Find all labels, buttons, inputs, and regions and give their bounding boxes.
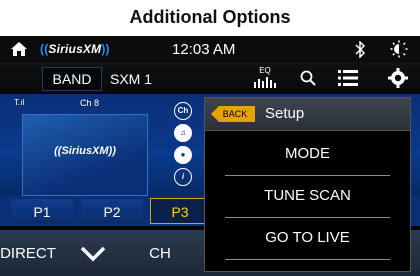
bluetooth-icon — [355, 41, 366, 58]
list-icon[interactable] — [338, 69, 358, 87]
album-logo-text: SiriusXM — [61, 145, 109, 157]
setup-menu-panel: BACK Setup MODE TUNE SCAN GO TO LIVE — [204, 97, 411, 272]
signal-strength-icon: T.ıl — [14, 98, 25, 107]
music-note-icon: ♫ — [174, 124, 192, 142]
menu-divider — [225, 259, 390, 260]
siriusxm-logo: ((SiriusXM)) — [40, 41, 110, 57]
home-icon[interactable] — [10, 40, 28, 58]
band-button[interactable]: BAND — [42, 67, 102, 91]
album-art-logo: ((SiriusXM)) — [54, 145, 116, 157]
preset-3-button[interactable]: P3 — [150, 198, 210, 224]
brightness-icon[interactable] — [390, 40, 408, 58]
album-art: ((SiriusXM)) — [22, 114, 148, 196]
station-name: SXM 1 — [110, 71, 153, 87]
menu-item-go-to-live[interactable]: GO TO LIVE — [205, 218, 410, 258]
chevron-down-icon[interactable] — [80, 244, 106, 262]
preset-2-button[interactable]: P2 — [80, 198, 144, 224]
status-bar: ((SiriusXM)) 12:03 AM — [0, 36, 420, 62]
back-button[interactable]: BACK — [211, 106, 255, 122]
head-unit-screen: ((SiriusXM)) 12:03 AM BAND SXM 1 EQ T.ıl… — [0, 36, 420, 276]
channel-label: Ch 8 — [80, 98, 100, 108]
gear-icon[interactable] — [388, 68, 408, 88]
info-icon: i — [174, 168, 192, 186]
info-icons: Ch ♫ ● i — [174, 102, 194, 190]
channel-icon: Ch — [174, 102, 192, 120]
logo-text: SiriusXM — [48, 42, 102, 56]
channel-button[interactable]: CH — [140, 240, 180, 268]
artist-icon: ● — [174, 146, 192, 164]
eq-icon — [254, 77, 276, 88]
eq-button[interactable]: EQ — [252, 66, 278, 90]
search-icon[interactable] — [300, 70, 316, 86]
menu-item-mode[interactable]: MODE — [205, 134, 410, 174]
preset-1-button[interactable]: P1 — [10, 198, 74, 224]
setup-menu-header: BACK Setup — [205, 98, 410, 131]
screenshot-caption: Additional Options — [129, 7, 291, 27]
clock: 12:03 AM — [172, 41, 236, 58]
eq-label: EQ — [259, 66, 271, 75]
direct-button[interactable]: DIRECT — [0, 240, 56, 268]
menu-item-tune-scan[interactable]: TUNE SCAN — [205, 176, 410, 216]
logo-waves-right: )) — [101, 42, 110, 56]
setup-menu-title: Setup — [265, 105, 305, 122]
toolbar: BAND SXM 1 EQ — [0, 62, 420, 94]
